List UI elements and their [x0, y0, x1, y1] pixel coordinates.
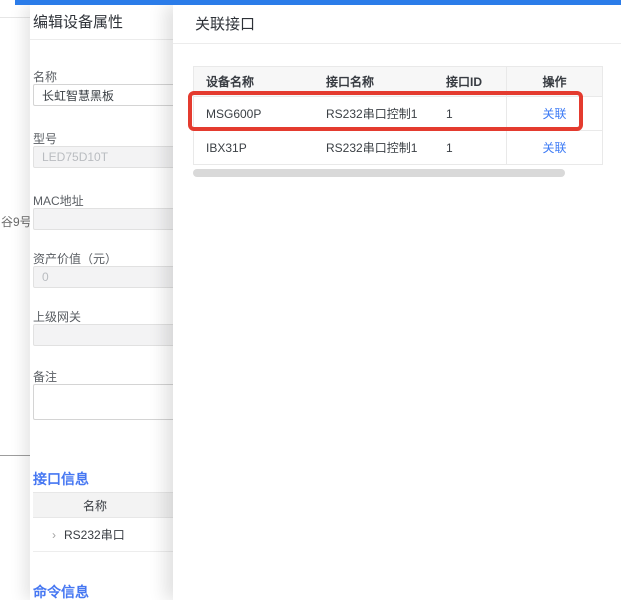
header-interface-name: 接口名称 — [314, 67, 434, 96]
interface-table-header-name: 名称 — [83, 497, 107, 514]
header-action: 操作 — [506, 67, 602, 96]
cell-interface-id: 1 — [434, 97, 506, 130]
interface-row-name: RS232串口 — [64, 526, 125, 543]
associate-link[interactable]: 关联 — [542, 105, 566, 122]
associate-link[interactable]: 关联 — [542, 139, 566, 156]
horizontal-scrollbar-thumb[interactable] — [193, 169, 565, 177]
panel-title: 关联接口 — [173, 5, 621, 44]
cell-device-name: IBX31P — [194, 131, 314, 164]
associated-interfaces-panel: 关联接口 设备名称 接口名称 接口ID 操作 MSG600P RS232串口控制… — [173, 5, 621, 600]
cell-interface-id: 1 — [434, 131, 506, 164]
associated-interfaces-table: 设备名称 接口名称 接口ID 操作 MSG600P RS232串口控制1 1 关… — [193, 66, 603, 165]
table-header-row: 设备名称 接口名称 接口ID 操作 — [194, 67, 602, 97]
background-divider — [0, 455, 30, 456]
header-device-name: 设备名称 — [194, 67, 314, 96]
screen: 谷9号 编辑设备属性 名称 型号 MAC地址 资产价值（元） 上级网关 备注 — [0, 0, 621, 600]
table-row[interactable]: IBX31P RS232串口控制1 1 关联 — [194, 131, 602, 165]
cell-interface-name: RS232串口控制1 — [314, 131, 434, 164]
top-accent-bar — [15, 0, 621, 5]
cell-interface-name: RS232串口控制1 — [314, 97, 434, 130]
panel-header: 关联接口 — [173, 5, 621, 44]
interface-info-title: 接口信息 — [33, 469, 89, 489]
background-partial-text: 谷9号 — [1, 213, 32, 230]
command-info-title: 命令信息 — [33, 582, 89, 600]
cell-device-name: MSG600P — [194, 97, 314, 130]
header-interface-id: 接口ID — [434, 67, 506, 96]
table-row[interactable]: MSG600P RS232串口控制1 1 关联 — [194, 97, 602, 131]
expand-arrow-icon[interactable]: › — [33, 528, 64, 542]
background-divider — [0, 17, 30, 18]
